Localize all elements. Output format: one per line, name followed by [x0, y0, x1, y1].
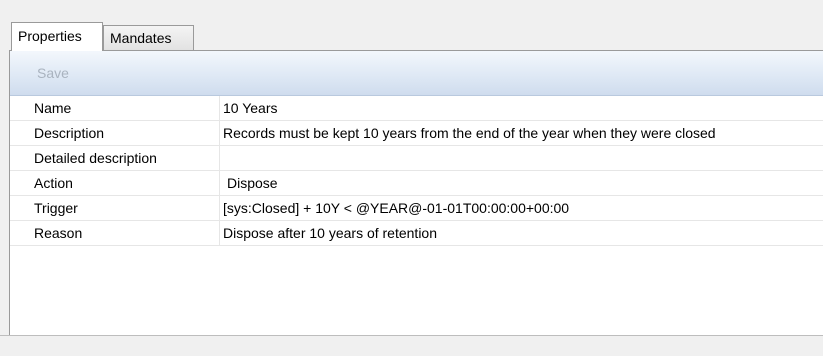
properties-panel: Save Name 10 Years Description Records m… [9, 50, 823, 335]
save-button[interactable]: Save [37, 65, 69, 81]
property-label: Action [10, 171, 220, 195]
property-value[interactable]: 10 Years [223, 96, 823, 120]
property-row-name[interactable]: Name 10 Years [10, 96, 823, 121]
property-row-action[interactable]: Action Dispose [10, 171, 823, 196]
property-value[interactable]: Dispose [227, 171, 823, 195]
property-label: Detailed description [10, 146, 220, 170]
property-label: Reason [10, 221, 220, 245]
property-row-description[interactable]: Description Records must be kept 10 year… [10, 121, 823, 146]
property-label: Name [10, 96, 220, 120]
status-bar [0, 335, 823, 356]
property-value[interactable]: Records must be kept 10 years from the e… [223, 121, 823, 145]
property-label: Description [10, 121, 220, 145]
property-value[interactable]: [sys:Closed] + 10Y < @YEAR@-01-01T00:00:… [223, 196, 823, 220]
tab-mandates[interactable]: Mandates [103, 25, 194, 50]
tab-properties[interactable]: Properties [11, 22, 103, 51]
property-row-detailed-description[interactable]: Detailed description [10, 146, 823, 171]
property-value[interactable] [223, 146, 823, 170]
toolbar: Save [10, 51, 823, 96]
tab-strip: Properties Mandates [0, 0, 823, 51]
property-row-trigger[interactable]: Trigger [sys:Closed] + 10Y < @YEAR@-01-0… [10, 196, 823, 221]
property-label: Trigger [10, 196, 220, 220]
property-row-reason[interactable]: Reason Dispose after 10 years of retenti… [10, 221, 823, 246]
property-grid: Name 10 Years Description Records must b… [10, 96, 823, 246]
property-value[interactable]: Dispose after 10 years of retention [223, 221, 823, 245]
